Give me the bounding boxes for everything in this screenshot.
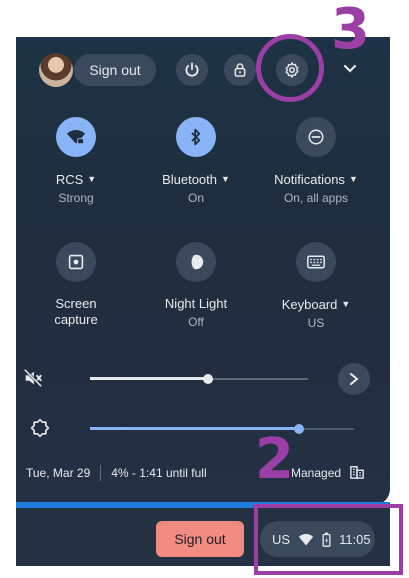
chevron-down-icon <box>343 64 357 73</box>
screen-capture-label-line2: capture <box>54 312 98 327</box>
collapse-button[interactable] <box>342 62 364 80</box>
bluetooth-icon <box>191 128 201 146</box>
tile-network[interactable]: RCS ▼ Strong <box>16 117 136 205</box>
caret-down-icon: ▼ <box>341 299 351 309</box>
keyboard-icon <box>307 255 325 269</box>
brightness-icon <box>30 418 50 438</box>
mute-toggle[interactable] <box>22 367 46 391</box>
bluetooth-label: Bluetooth <box>162 172 217 187</box>
date-label[interactable]: Tue, Mar 29 <box>26 466 90 480</box>
avatar[interactable] <box>39 53 73 87</box>
night-light-status: Off <box>188 315 204 329</box>
volume-slider[interactable] <box>90 374 308 384</box>
keyboard-layout: US <box>307 316 325 330</box>
audio-settings-button[interactable] <box>338 363 370 395</box>
screen-capture-icon <box>68 254 84 270</box>
managed-indicator[interactable]: Managed <box>291 465 365 480</box>
brightness-row <box>16 413 390 445</box>
tile-night-light[interactable]: Night Light Off <box>136 242 256 329</box>
lock-button[interactable] <box>224 54 256 86</box>
keyboard-toggle[interactable] <box>296 242 336 282</box>
quick-settings-panel: Sign out RCS ▼ Strong Bluetooth ▼ On Not… <box>16 37 390 505</box>
volume-muted-icon <box>23 368 43 388</box>
managed-label: Managed <box>291 466 342 480</box>
tile-keyboard[interactable]: Keyboard ▼ US <box>256 242 376 330</box>
volume-slider-fill <box>90 377 208 380</box>
tile-bluetooth[interactable]: Bluetooth ▼ On <box>136 117 256 205</box>
keyboard-label: Keyboard <box>281 297 338 312</box>
chevron-right-icon <box>350 373 359 385</box>
volume-row <box>16 363 390 395</box>
network-status: Strong <box>58 191 94 205</box>
notifications-toggle[interactable] <box>296 117 336 157</box>
wifi-locked-icon <box>66 130 86 145</box>
brightness-indicator <box>30 418 52 440</box>
divider <box>100 465 102 481</box>
footer-info: Tue, Mar 29 4% - 1:41 until full <box>26 465 207 481</box>
bluetooth-status: On <box>187 191 204 205</box>
power-icon <box>185 62 199 77</box>
annotation-label-2: 2 <box>255 427 294 492</box>
lock-icon <box>234 63 246 77</box>
shelf-sign-out-button[interactable]: Sign out <box>156 521 244 557</box>
notifications-status: On, all apps <box>283 191 349 205</box>
night-light-icon <box>188 254 204 270</box>
notifications-icon <box>308 129 324 145</box>
screen-capture-label-line1: Screen <box>55 296 97 311</box>
brightness-slider[interactable] <box>90 424 354 434</box>
annotation-box-status-tray <box>254 504 403 575</box>
power-button[interactable] <box>176 54 208 86</box>
battery-status[interactable]: 4% - 1:41 until full <box>111 466 206 480</box>
caret-down-icon: ▼ <box>221 174 230 184</box>
enterprise-building-icon <box>350 466 365 479</box>
bluetooth-toggle[interactable] <box>176 117 216 157</box>
night-light-label: Night Light <box>164 296 228 311</box>
network-label: RCS <box>55 172 84 187</box>
network-toggle[interactable] <box>56 117 96 157</box>
night-light-toggle[interactable] <box>176 242 216 282</box>
sign-out-button[interactable]: Sign out <box>74 54 156 86</box>
notifications-label: Notifications <box>274 172 345 187</box>
volume-slider-thumb[interactable] <box>202 374 213 384</box>
annotation-label-3: 3 <box>331 0 370 62</box>
brightness-slider-thumb[interactable] <box>293 424 304 434</box>
tile-notifications[interactable]: Notifications ▼ On, all apps <box>256 117 376 205</box>
tile-screen-capture[interactable]: Screen capture <box>16 242 136 328</box>
screen-capture-toggle[interactable] <box>56 242 96 282</box>
caret-down-icon: ▼ <box>348 174 358 184</box>
screen-capture-label: Screen capture <box>16 296 136 328</box>
annotation-circle-settings <box>256 34 324 102</box>
caret-down-icon: ▼ <box>87 174 97 184</box>
